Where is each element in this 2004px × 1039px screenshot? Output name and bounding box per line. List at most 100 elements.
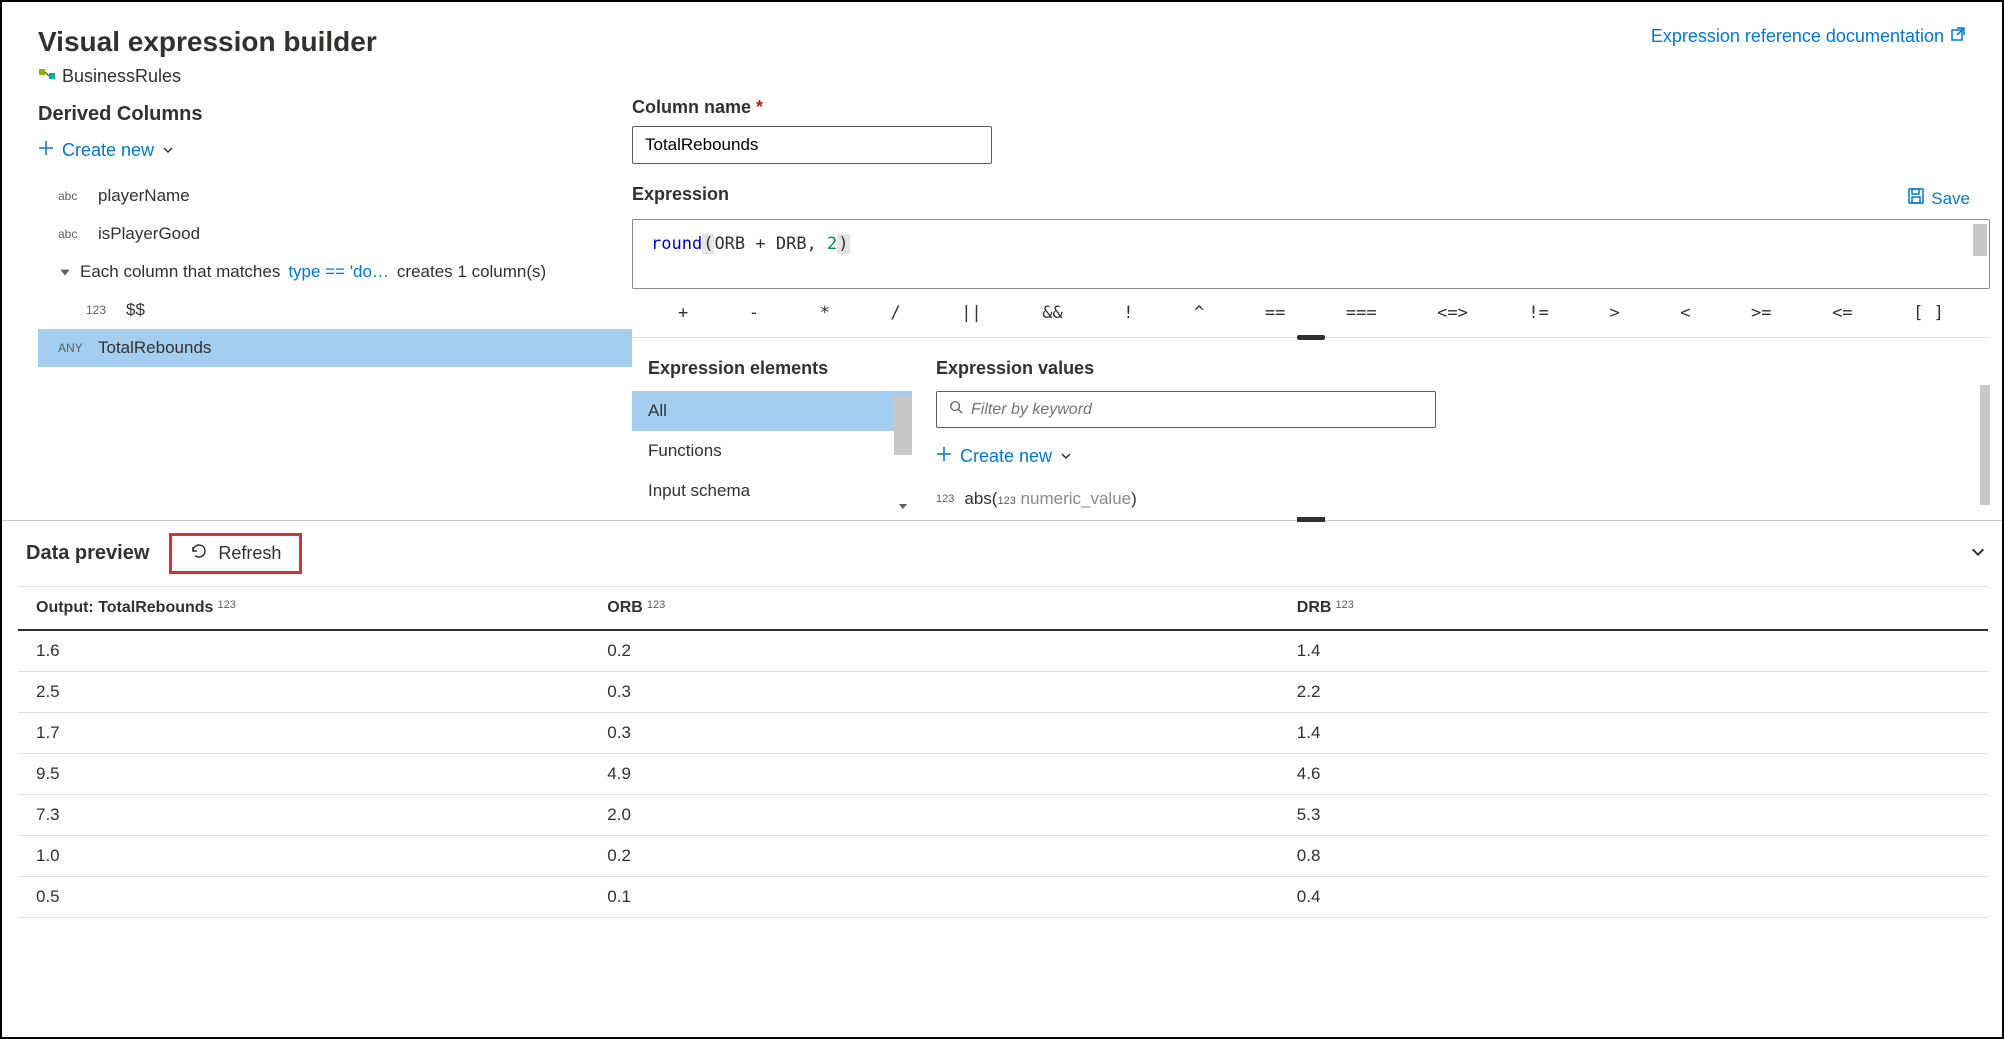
table-cell: 5.3 — [1279, 795, 1988, 836]
type-badge-123: 123 — [86, 303, 114, 317]
op-eqeq[interactable]: === — [1340, 303, 1383, 323]
op-gte[interactable]: >= — [1745, 303, 1777, 323]
derived-columns-title: Derived Columns — [38, 103, 632, 126]
elements-item-inputschema[interactable]: Input schema — [632, 471, 912, 511]
table-cell: 1.7 — [18, 713, 589, 754]
op-minus[interactable]: - — [743, 303, 765, 323]
elements-scrollbar[interactable] — [894, 395, 912, 455]
op-spaceship[interactable]: <=> — [1431, 303, 1474, 323]
external-link-icon — [1950, 26, 1966, 47]
col-header-drb[interactable]: DRB123 — [1279, 587, 1988, 631]
column-list: abc playerName abc isPlayerGood Each col… — [38, 177, 632, 367]
expression-editor[interactable]: round(ORB + DRB, 2) — [632, 219, 1990, 289]
op-lte[interactable]: <= — [1826, 303, 1858, 323]
column-label: playerName — [98, 186, 190, 206]
op-index[interactable]: [ ] — [1907, 303, 1950, 323]
op-div[interactable]: / — [884, 303, 906, 323]
collapse-preview-button[interactable] — [1970, 544, 1986, 563]
op-plus[interactable]: + — [672, 303, 694, 323]
type-badge-123: 123 — [647, 599, 665, 611]
type-badge-abc: abc — [58, 189, 86, 203]
op-not[interactable]: ! — [1117, 303, 1139, 323]
plus-icon — [936, 446, 952, 467]
expr-elements-title: Expression elements — [632, 358, 912, 391]
column-name-input[interactable] — [632, 126, 992, 164]
expression-label: Expression — [632, 184, 729, 205]
column-pattern-match[interactable]: Each column that matches type == 'do… cr… — [38, 253, 632, 291]
op-neq[interactable]: != — [1522, 303, 1554, 323]
table-cell: 1.4 — [1279, 630, 1988, 672]
table-cell: 1.4 — [1279, 713, 1988, 754]
table-cell: 4.6 — [1279, 754, 1988, 795]
values-scrollbar[interactable] — [1980, 385, 1990, 505]
table-cell: 0.1 — [589, 877, 1279, 918]
type-badge-123: 123 — [1335, 599, 1353, 611]
column-item-playername[interactable]: abc playerName — [38, 177, 632, 215]
expr-scrollbar[interactable] — [1973, 224, 1987, 256]
value-item-abs[interactable]: 123 abs(123 numeric_value) — [936, 483, 1974, 515]
required-star: * — [756, 97, 763, 117]
col-header-output[interactable]: Output: TotalRebounds123 — [18, 587, 589, 631]
table-cell: 2.5 — [18, 672, 589, 713]
column-item-totalrebounds[interactable]: ANY TotalRebounds — [38, 329, 632, 367]
col-header-orb[interactable]: ORB123 — [589, 587, 1279, 631]
create-new-value[interactable]: Create new — [936, 442, 1072, 471]
type-badge-123: 123 — [217, 599, 235, 611]
save-icon — [1907, 187, 1925, 210]
table-cell: 1.6 — [18, 630, 589, 672]
flow-icon — [38, 68, 56, 86]
table-row[interactable]: 1.70.31.4 — [18, 713, 1988, 754]
table-cell: 4.9 — [589, 754, 1279, 795]
search-icon — [949, 400, 963, 419]
type-badge-any: ANY — [58, 341, 86, 355]
elements-item-all[interactable]: All — [632, 391, 912, 431]
op-lt[interactable]: < — [1674, 303, 1696, 323]
table-cell: 0.4 — [1279, 877, 1988, 918]
type-badge-123: 123 — [936, 493, 954, 505]
op-xor[interactable]: ^ — [1188, 303, 1210, 323]
expr-values-title: Expression values — [936, 358, 1974, 391]
column-item-isplayergood[interactable]: abc isPlayerGood — [38, 215, 632, 253]
chevron-down-icon — [162, 140, 174, 161]
match-condition-link[interactable]: type == 'do… — [288, 262, 389, 282]
save-button[interactable]: Save — [1907, 187, 1990, 210]
plus-icon — [38, 140, 54, 161]
op-and[interactable]: && — [1036, 303, 1068, 323]
refresh-button[interactable]: Refresh — [169, 533, 302, 574]
chevron-down-icon — [1060, 446, 1072, 467]
values-filter-input[interactable] — [936, 391, 1436, 428]
op-mult[interactable]: * — [814, 303, 836, 323]
table-cell: 0.8 — [1279, 836, 1988, 877]
expr-fn: round — [651, 234, 702, 254]
data-preview-title: Data preview — [26, 542, 149, 565]
table-cell: 7.3 — [18, 795, 589, 836]
table-row[interactable]: 1.60.21.4 — [18, 630, 1988, 672]
preview-table: Output: TotalRebounds123 ORB123 DRB123 1… — [18, 586, 1988, 918]
table-cell: 0.2 — [589, 630, 1279, 672]
column-item-pattern-child[interactable]: 123 $$ — [38, 291, 632, 329]
filter-field[interactable] — [971, 401, 1423, 419]
op-gt[interactable]: > — [1603, 303, 1625, 323]
table-cell: 0.2 — [589, 836, 1279, 877]
table-cell: 0.5 — [18, 877, 589, 918]
elements-item-functions[interactable]: Functions — [632, 431, 912, 471]
op-eq[interactable]: == — [1259, 303, 1291, 323]
refresh-icon — [190, 542, 208, 565]
doc-link[interactable]: Expression reference documentation — [1651, 26, 1966, 47]
caret-down-icon — [58, 265, 72, 279]
column-label: $$ — [126, 300, 145, 320]
expr-elements-list: All Functions Input schema — [632, 391, 912, 511]
table-cell: 0.3 — [589, 672, 1279, 713]
table-row[interactable]: 7.32.05.3 — [18, 795, 1988, 836]
table-cell: 2.2 — [1279, 672, 1988, 713]
create-new-column[interactable]: Create new — [38, 136, 174, 165]
op-or[interactable]: || — [955, 303, 987, 323]
table-cell: 0.3 — [589, 713, 1279, 754]
column-label: isPlayerGood — [98, 224, 200, 244]
resize-handle-2[interactable] — [1297, 517, 1325, 522]
table-row[interactable]: 0.50.10.4 — [18, 877, 1988, 918]
scroll-down-icon[interactable] — [894, 497, 912, 515]
table-row[interactable]: 1.00.20.8 — [18, 836, 1988, 877]
table-row[interactable]: 9.54.94.6 — [18, 754, 1988, 795]
table-row[interactable]: 2.50.32.2 — [18, 672, 1988, 713]
